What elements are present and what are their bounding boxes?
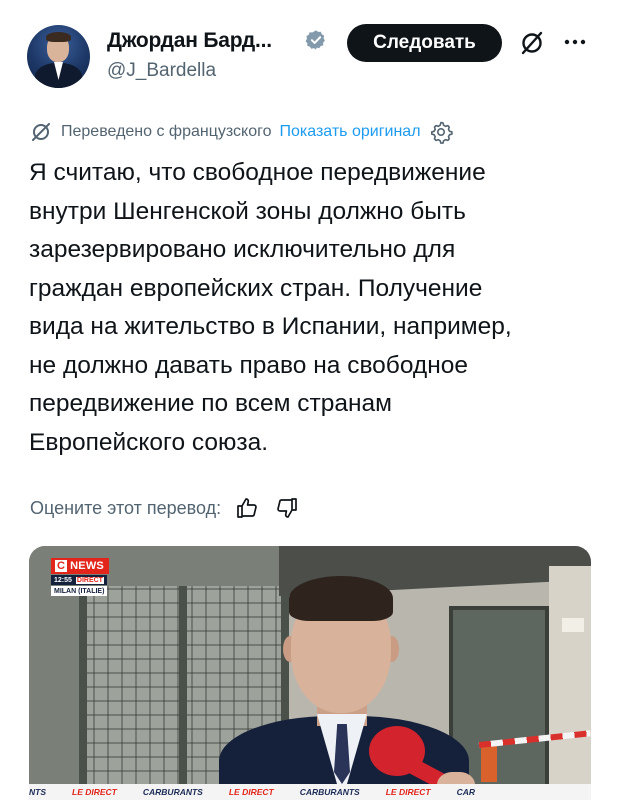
tweet-header: Джордан Бард... @J_Bardella Следовать bbox=[0, 0, 619, 110]
avatar-hair bbox=[46, 32, 71, 42]
more-options-icon[interactable] bbox=[562, 32, 588, 52]
tweet-line: не должно давать право на свободное bbox=[29, 351, 469, 379]
channel-logo-text: NEWS bbox=[70, 560, 104, 572]
channel-logo: C NEWS bbox=[51, 558, 109, 574]
translation-label: Переведено с французского bbox=[61, 123, 272, 140]
avatar[interactable] bbox=[27, 25, 90, 88]
news-ticker: NTS LE DIRECT CARBURANTS LE DIRECT CARBU… bbox=[29, 784, 591, 800]
author-handle[interactable]: @J_Bardella bbox=[107, 60, 216, 82]
tweet-line: передвижение по всем странам bbox=[29, 390, 392, 417]
ticker-item: LE DIRECT bbox=[72, 787, 117, 797]
wall-sign bbox=[562, 618, 584, 632]
broadcast-time: 12:55 DIRECT bbox=[51, 575, 107, 585]
tweet-line: зарезервировано исключительно для bbox=[29, 236, 456, 263]
ticker-item: CARBURANTS bbox=[299, 787, 360, 797]
rate-translation-bar: Оцените этот перевод: bbox=[30, 494, 315, 522]
tweet-media-video[interactable]: C NEWS 12:55 DIRECT MILAN (ITALIE) NTS L… bbox=[29, 546, 591, 800]
pillar bbox=[79, 586, 87, 800]
speaker-hair bbox=[289, 576, 393, 621]
microphone bbox=[369, 726, 425, 776]
pillar bbox=[179, 586, 187, 800]
thumbs-down-icon[interactable] bbox=[275, 496, 299, 520]
rate-translation-label: Оцените этот перевод: bbox=[30, 497, 222, 518]
tweet-line: вида на жительство в Испании, например, bbox=[29, 313, 512, 340]
translation-bar: Переведено с французского Показать ориги… bbox=[30, 120, 453, 144]
channel-logo-prefix: C bbox=[55, 560, 68, 572]
tweet-line: внутри Шенгенской зоны должно быть bbox=[29, 197, 466, 225]
speaker bbox=[209, 566, 475, 800]
ticker-item: CAR bbox=[456, 787, 476, 797]
translate-slash-icon bbox=[32, 123, 50, 141]
time-text: 12:55 bbox=[54, 576, 72, 584]
direct-label: DIRECT bbox=[75, 576, 104, 584]
ticker-item: LE DIRECT bbox=[385, 787, 431, 797]
location-label: MILAN (ITALIE) bbox=[51, 586, 108, 596]
wall bbox=[549, 566, 591, 800]
tweet-line: Европейского союза. bbox=[29, 428, 269, 456]
author-name[interactable]: Джордан Бард... bbox=[107, 29, 272, 53]
ticker-item: CARBURANTS bbox=[142, 787, 203, 797]
show-original-link[interactable]: Показать оригинал bbox=[280, 123, 421, 141]
ticker-item: LE DIRECT bbox=[228, 787, 274, 797]
follow-button[interactable]: Следовать bbox=[347, 24, 502, 62]
thumbs-up-icon[interactable] bbox=[235, 496, 259, 520]
grok-icon[interactable] bbox=[518, 29, 546, 57]
tweet-line: Я считаю, что свободное передвижение bbox=[29, 159, 486, 186]
ticker-item: NTS bbox=[29, 787, 46, 797]
verified-badge-icon bbox=[305, 30, 325, 50]
tweet-text: Я считаю, что свободное передвижение вну… bbox=[29, 154, 609, 462]
tweet-line: граждан европейских стран. Получение bbox=[29, 274, 483, 302]
gear-icon[interactable] bbox=[429, 120, 453, 144]
barrier-post bbox=[481, 742, 497, 782]
